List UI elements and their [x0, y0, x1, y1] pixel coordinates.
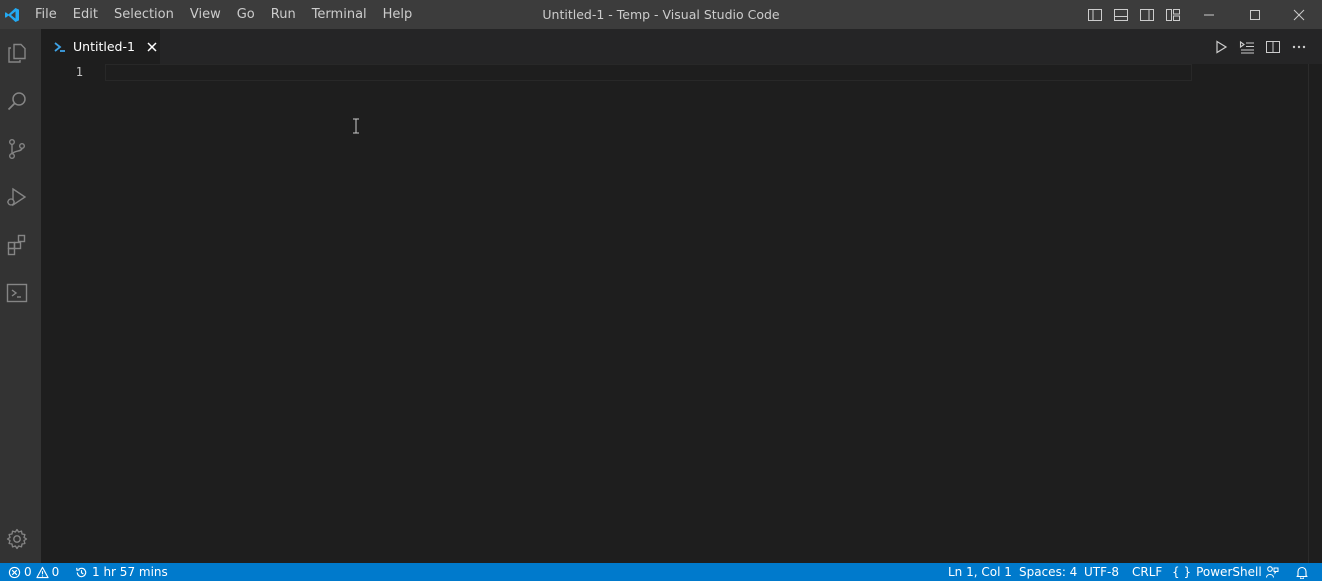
menu-help[interactable]: Help: [375, 0, 421, 29]
activity-bar: [0, 29, 41, 563]
menu-terminal[interactable]: Terminal: [304, 0, 375, 29]
status-bar: 0 0 1 hr 57 mins Ln 1, Col 1 Spaces: 4 U…: [0, 563, 1322, 581]
current-line-highlight[interactable]: [105, 64, 1192, 81]
menu-file[interactable]: File: [27, 0, 65, 29]
explorer-icon[interactable]: [0, 35, 34, 71]
text-cursor-icon: [352, 118, 360, 134]
search-icon[interactable]: [0, 83, 34, 119]
notifications-bell-icon[interactable]: [1295, 563, 1309, 581]
editor-area[interactable]: 1: [41, 64, 1322, 563]
menu-edit[interactable]: Edit: [65, 0, 106, 29]
menu-bar: File Edit Selection View Go Run Terminal…: [27, 0, 420, 29]
run-selection-icon[interactable]: [1234, 29, 1260, 64]
source-control-icon[interactable]: [0, 131, 34, 167]
language-mode[interactable]: { } PowerShell: [1172, 563, 1262, 581]
language-label: PowerShell: [1196, 565, 1262, 579]
minimize-icon[interactable]: [1186, 0, 1232, 29]
menu-selection[interactable]: Selection: [106, 0, 182, 29]
cursor-position-label: Ln 1, Col 1: [948, 565, 1012, 579]
history-icon: [76, 567, 87, 577]
indentation-label: Spaces: 4: [1019, 565, 1078, 579]
title-bar: File Edit Selection View Go Run Terminal…: [0, 0, 1322, 29]
problems-indicator[interactable]: 0 0: [8, 563, 59, 581]
close-icon[interactable]: [1276, 0, 1322, 29]
encoding[interactable]: UTF-8: [1084, 563, 1119, 581]
menu-view[interactable]: View: [182, 0, 229, 29]
line-endings-label: CRLF: [1132, 565, 1163, 579]
tab-untitled-1[interactable]: Untitled-1: [41, 29, 160, 64]
error-icon: [8, 566, 21, 578]
run-icon[interactable]: [1208, 29, 1234, 64]
toggle-panel-icon[interactable]: [1108, 0, 1134, 29]
manage-gear-icon[interactable]: [0, 521, 34, 557]
editor-actions: [1208, 29, 1312, 64]
maximize-icon[interactable]: [1232, 0, 1278, 29]
customize-layout-icon[interactable]: [1160, 0, 1186, 29]
editor-tabs-bar: Untitled-1: [41, 29, 1322, 64]
tab-close-icon[interactable]: [145, 40, 159, 54]
line-endings[interactable]: CRLF: [1132, 563, 1162, 581]
error-count: 0: [24, 565, 32, 579]
menu-run[interactable]: Run: [263, 0, 304, 29]
indentation[interactable]: Spaces: 4: [1019, 563, 1077, 581]
toggle-primary-sidebar-icon[interactable]: [1082, 0, 1108, 29]
line-number: 1: [75, 65, 83, 79]
feedback-icon[interactable]: [1265, 563, 1279, 581]
warning-icon: [36, 566, 49, 578]
split-editor-icon[interactable]: [1260, 29, 1286, 64]
more-actions-icon[interactable]: [1286, 29, 1312, 64]
menu-go[interactable]: Go: [229, 0, 263, 29]
encoding-label: UTF-8: [1084, 565, 1119, 579]
time-tracker[interactable]: 1 hr 57 mins: [75, 563, 168, 581]
remote-explorer-icon[interactable]: [0, 275, 34, 311]
editor-scrollbar[interactable]: [1308, 64, 1309, 563]
time-tracker-label: 1 hr 57 mins: [92, 565, 168, 579]
powershell-icon: [53, 40, 67, 54]
language-braces-icon: { }: [1172, 565, 1192, 579]
vscode-logo-icon: [0, 0, 23, 29]
extensions-icon[interactable]: [0, 227, 34, 263]
cursor-position[interactable]: Ln 1, Col 1: [948, 563, 1012, 581]
toggle-secondary-sidebar-icon[interactable]: [1134, 0, 1160, 29]
tab-label: Untitled-1: [73, 39, 135, 54]
warning-count: 0: [51, 565, 60, 579]
layout-controls: [1082, 0, 1186, 29]
run-debug-icon[interactable]: [0, 179, 34, 215]
